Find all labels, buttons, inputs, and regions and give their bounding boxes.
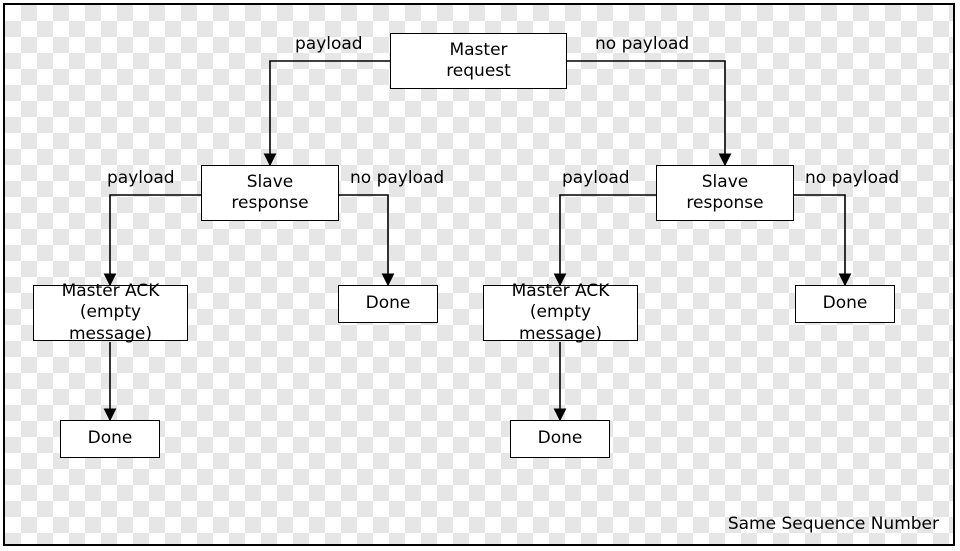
node-slave-response-right: Slave response (656, 165, 794, 221)
node-done-top-left: Done (338, 285, 438, 323)
node-done-bottom-left: Done (60, 420, 160, 458)
node-done-top-right: Done (795, 285, 895, 323)
edge-label-mid-right-right: no payload (805, 168, 899, 188)
edge-label-top-right: no payload (595, 34, 689, 54)
node-slave-response-left: Slave response (201, 165, 339, 221)
edge-label-top-left: payload (295, 34, 363, 54)
diagram-frame: Master request Slave response Slave resp… (3, 3, 955, 546)
node-master-ack-left: Master ACK (empty message) (33, 285, 188, 341)
node-done-bottom-right: Done (510, 420, 610, 458)
edge-label-mid-right-left: payload (562, 168, 630, 188)
edge-label-mid-left-right: no payload (350, 168, 444, 188)
node-master-ack-right: Master ACK (empty message) (483, 285, 638, 341)
node-master-request: Master request (390, 33, 567, 89)
edge-label-mid-left-left: payload (107, 168, 175, 188)
footer-caption: Same Sequence Number (728, 514, 939, 534)
